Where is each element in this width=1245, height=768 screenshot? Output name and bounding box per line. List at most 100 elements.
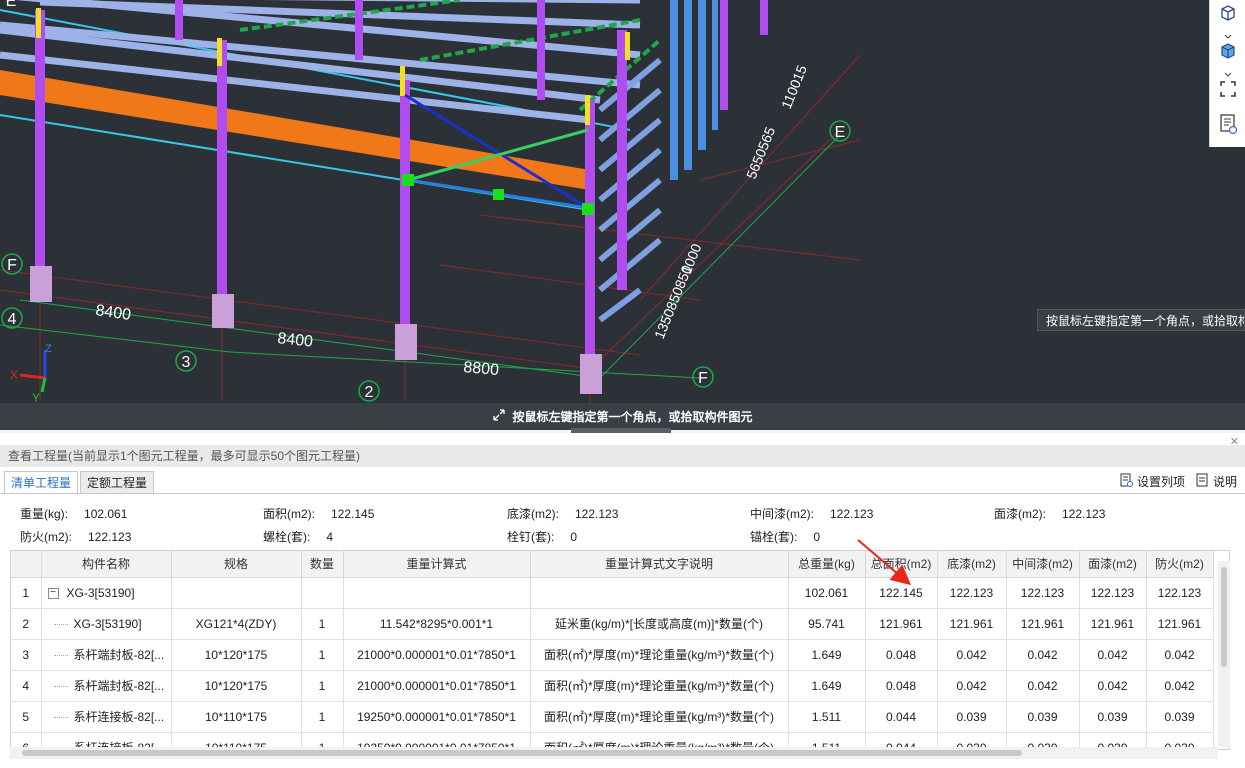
horizontal-scrollbar[interactable]	[10, 747, 1218, 759]
vertical-scroll-thumb[interactable]	[1221, 567, 1227, 667]
cell-area[interactable]: 121.961	[865, 608, 938, 640]
cell-primer[interactable]: 0.042	[937, 639, 1007, 671]
component-name-cell[interactable]: − XG-3[53190]	[41, 577, 172, 609]
cell-area[interactable]: 0.048	[865, 670, 938, 702]
cell-primer[interactable]: 121.961	[937, 608, 1007, 640]
cell-top[interactable]: 0.039	[1079, 701, 1147, 733]
tab-quota-quantity[interactable]: 定额工程量	[80, 471, 155, 494]
column-header[interactable]: 构件名称	[41, 551, 172, 578]
cell-fire[interactable]: 0.042	[1146, 639, 1214, 671]
column-header[interactable]: 总重量(kg)	[788, 551, 866, 578]
cell-formula-desc[interactable]: 延米重(kg/m)*[长度或高度(m)]*数量(个)	[530, 608, 789, 640]
column-header[interactable]: 规格	[171, 551, 302, 578]
vertical-scrollbar[interactable]	[1218, 561, 1230, 747]
cell-top[interactable]: 0.042	[1079, 670, 1147, 702]
vertical-dim: 110015	[778, 63, 810, 112]
component-name-cell[interactable]: 系杆端封板-82[...	[41, 670, 172, 702]
cell-formula[interactable]: 21000*0.000001*0.01*7850*1	[343, 670, 531, 702]
cell-weight[interactable]: 102.061	[788, 577, 866, 609]
cell-formula[interactable]: 21000*0.000001*0.01*7850*1	[343, 639, 531, 671]
cell-spec[interactable]	[171, 577, 302, 609]
cell-weight[interactable]: 1.649	[788, 639, 866, 671]
table-row[interactable]: 5 系杆连接板-82[... 10*110*175 1 19250*0.000001*0…	[11, 701, 1214, 733]
column-header[interactable]: 面漆(m2)	[1079, 551, 1147, 578]
cell-spec[interactable]: 10*110*175	[171, 701, 302, 733]
column-header[interactable]: 重量计算式	[343, 551, 531, 578]
table-row[interactable]: 2 XG-3[53190] XG121*4(ZDY) 1 11.542*8295*0.0…	[11, 608, 1214, 640]
cell-weight[interactable]: 1.649	[788, 670, 866, 702]
component-name-cell[interactable]: 系杆端封板-82[...	[41, 639, 172, 671]
tab-bill-quantity[interactable]: 清单工程量	[4, 471, 79, 494]
column-header[interactable]: 防火(m2)	[1146, 551, 1214, 578]
cell-formula-desc[interactable]	[530, 577, 789, 609]
status-text: 按鼠标左键指定第一个角点，或拾取构件图元	[512, 410, 753, 424]
steel-columns	[35, 0, 768, 355]
cell-fire[interactable]: 0.039	[1146, 701, 1214, 733]
cell-qty[interactable]: 1	[301, 639, 344, 671]
cell-qty[interactable]: 1	[301, 608, 344, 640]
model-viewport[interactable]: F 4 3 2 E F E 8400 8400 8800 1000 135085…	[0, 0, 1245, 403]
cell-spec[interactable]: XG121*4(ZDY)	[171, 608, 302, 640]
cell-top[interactable]: 122.123	[1079, 577, 1147, 609]
help-button[interactable]: 说明	[1195, 473, 1237, 490]
cell-formula[interactable]: 19250*0.000001*0.01*7850*1	[343, 701, 531, 733]
cell-formula-desc[interactable]: 面积(㎡)*厚度(m)*理论重量(kg/m³)*数量(个)	[530, 670, 789, 702]
cell-formula[interactable]	[343, 577, 531, 609]
cell-area[interactable]: 0.048	[865, 639, 938, 671]
cell-weight[interactable]: 1.511	[788, 701, 866, 733]
column-header[interactable]: 重量计算式文字说明	[530, 551, 789, 578]
cell-fire[interactable]: 121.961	[1146, 608, 1214, 640]
cell-top[interactable]: 121.961	[1079, 608, 1147, 640]
structural-3d-scene[interactable]: F 4 3 2 E F E 8400 8400 8800 1000 135085…	[0, 0, 1245, 403]
cell-primer[interactable]: 122.123	[937, 577, 1007, 609]
component-name-cell[interactable]: XG-3[53190]	[41, 608, 172, 640]
quantity-tabs: 清单工程量 定额工程量	[4, 471, 156, 494]
axis-label: 2	[365, 384, 374, 401]
cell-mid[interactable]: 122.123	[1006, 577, 1080, 609]
chevron-down-icon[interactable]	[1223, 29, 1233, 39]
set-columns-button[interactable]: 设置列项	[1119, 473, 1185, 490]
cell-formula-desc[interactable]: 面积(㎡)*厚度(m)*理论重量(kg/m³)*数量(个)	[530, 639, 789, 671]
fit-view-icon[interactable]	[1216, 78, 1240, 100]
horizontal-scroll-thumb[interactable]	[22, 750, 1022, 756]
report-icon[interactable]	[1216, 113, 1240, 135]
cell-qty[interactable]: 1	[301, 701, 344, 733]
cell-formula[interactable]: 11.542*8295*0.001*1	[343, 608, 531, 640]
table-body: 1− XG-3[53190] 102.061 122.145 122.123 122.12…	[11, 577, 1214, 749]
column-header[interactable]	[11, 551, 42, 578]
cell-mid[interactable]: 0.039	[1006, 701, 1080, 733]
summary-item: 锚栓(套): 0	[750, 530, 821, 544]
cell-mid[interactable]: 0.042	[1006, 639, 1080, 671]
table-row[interactable]: 1− XG-3[53190] 102.061 122.145 122.123 122.12…	[11, 577, 1214, 609]
column-header[interactable]: 底漆(m2)	[937, 551, 1007, 578]
cell-area[interactable]: 0.044	[865, 701, 938, 733]
table-row[interactable]: 3 系杆端封板-82[... 10*120*175 1 21000*0.000001*0…	[11, 639, 1214, 671]
cell-formula-desc[interactable]: 面积(㎡)*厚度(m)*理论重量(kg/m³)*数量(个)	[530, 701, 789, 733]
cell-fire[interactable]: 0.042	[1146, 670, 1214, 702]
cube-solid-icon[interactable]	[1216, 40, 1240, 62]
cell-weight[interactable]: 95.741	[788, 608, 866, 640]
column-header[interactable]: 总面积(m2)	[865, 551, 938, 578]
cell-mid[interactable]: 121.961	[1006, 608, 1080, 640]
column-header[interactable]: 中间漆(m2)	[1006, 551, 1080, 578]
axis-label: 3	[182, 354, 191, 371]
cell-primer[interactable]: 0.042	[937, 670, 1007, 702]
summary-item: 面漆(m2): 122.123	[994, 507, 1106, 521]
collapse-toggle-icon[interactable]: −	[47, 587, 59, 599]
cell-top[interactable]: 0.042	[1079, 639, 1147, 671]
cell-area[interactable]: 122.145	[865, 577, 938, 609]
cell-spec[interactable]: 10*120*175	[171, 670, 302, 702]
table-row[interactable]: 4 系杆端封板-82[... 10*120*175 1 21000*0.000001*0…	[11, 670, 1214, 702]
component-name-cell[interactable]: 系杆连接板-82[...	[41, 701, 172, 733]
cell-mid[interactable]: 0.042	[1006, 670, 1080, 702]
cell-spec[interactable]: 10*120*175	[171, 639, 302, 671]
cell-qty[interactable]	[301, 577, 344, 609]
cell-primer[interactable]: 0.039	[937, 701, 1007, 733]
cube-wireframe-icon[interactable]	[1216, 2, 1240, 24]
cell-fire[interactable]: 122.123	[1146, 577, 1214, 609]
chevron-down-icon[interactable]	[1223, 67, 1233, 77]
cell-qty[interactable]: 1	[301, 670, 344, 702]
dimension-label: 8400	[277, 330, 314, 351]
document-help-icon	[1195, 473, 1209, 490]
column-header[interactable]: 数量	[301, 551, 344, 578]
